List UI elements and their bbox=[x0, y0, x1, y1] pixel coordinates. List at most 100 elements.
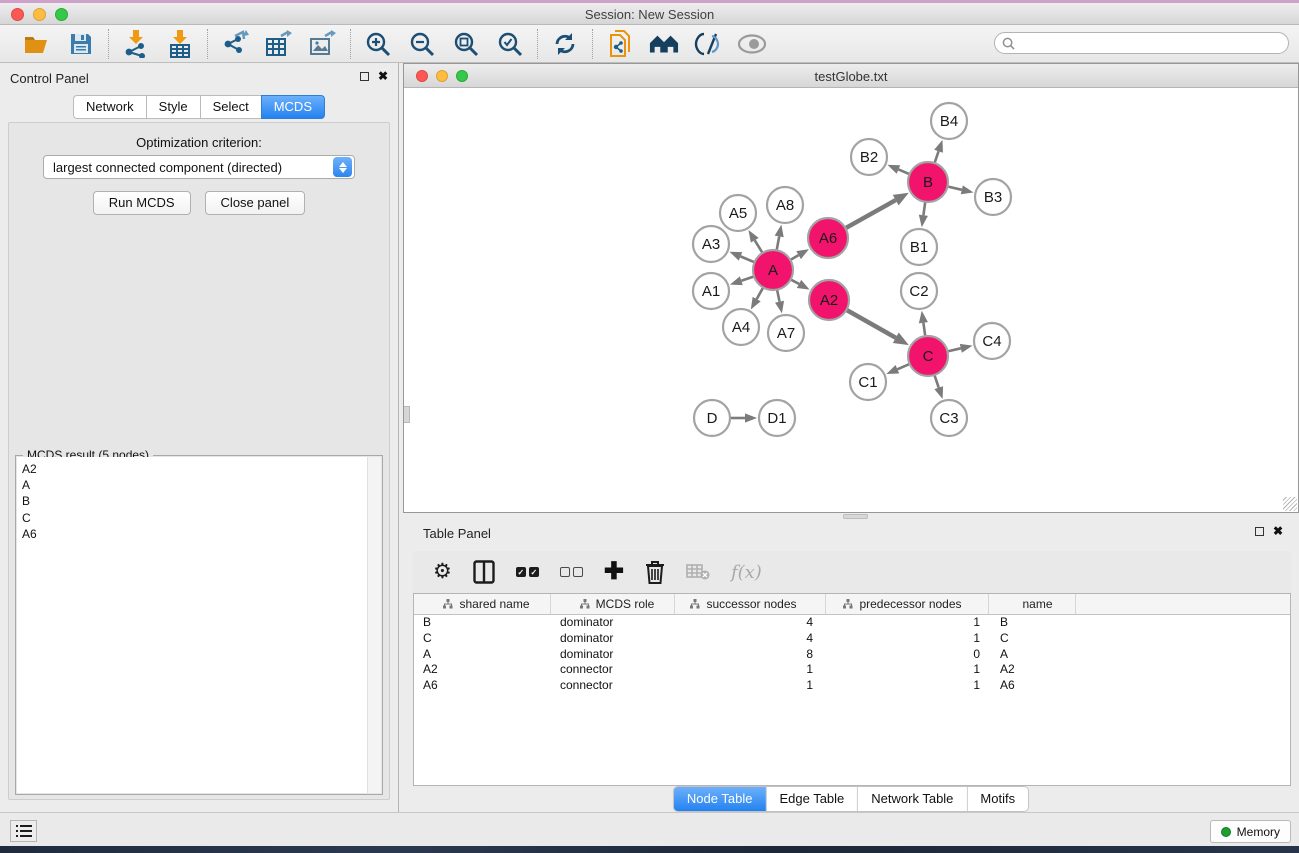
graph-edge-C-C2[interactable] bbox=[923, 323, 925, 337]
table-row[interactable]: A2connector11A2 bbox=[414, 662, 1290, 678]
graph-node-label: C1 bbox=[858, 374, 877, 391]
eye-icon[interactable] bbox=[737, 29, 767, 59]
graph-node-label: B3 bbox=[984, 189, 1002, 206]
graph-edge-C-C1[interactable] bbox=[897, 364, 910, 370]
table-row[interactable]: A6connector11A6 bbox=[414, 678, 1290, 694]
float-table-panel-icon[interactable] bbox=[1255, 527, 1264, 536]
graph-node-label: A4 bbox=[732, 319, 750, 336]
list-item[interactable]: C bbox=[17, 510, 381, 526]
import-network-icon[interactable] bbox=[121, 29, 151, 59]
open-session-icon[interactable] bbox=[22, 29, 52, 59]
memory-button[interactable]: Memory bbox=[1210, 820, 1291, 843]
tab-network-table[interactable]: Network Table bbox=[858, 787, 967, 811]
delete-row-icon[interactable] bbox=[645, 559, 665, 585]
table-row[interactable]: Adominator80A bbox=[414, 647, 1290, 663]
graph-edge-A-A8[interactable] bbox=[776, 236, 779, 251]
clone-network-icon[interactable] bbox=[605, 29, 635, 59]
optimization-criterion-select[interactable]: largest connected component (directed) bbox=[43, 155, 355, 179]
graph-node-label: C4 bbox=[982, 333, 1001, 350]
float-panel-icon[interactable] bbox=[360, 72, 369, 81]
column-header-shared-name[interactable]: shared name bbox=[414, 594, 551, 614]
window-title: Session: New Session bbox=[0, 7, 1299, 22]
export-image-icon[interactable] bbox=[308, 29, 338, 59]
table-type-tabs: Node Table Edge Table Network Table Moti… bbox=[673, 786, 1029, 812]
mcds-result-list[interactable]: A2 A B C A6 bbox=[17, 457, 381, 793]
list-icon bbox=[16, 825, 32, 838]
tab-style[interactable]: Style bbox=[146, 95, 200, 119]
scrollbar-track[interactable] bbox=[367, 457, 381, 793]
zoom-out-icon[interactable] bbox=[407, 29, 437, 59]
home-icon[interactable] bbox=[649, 29, 679, 59]
delete-column-icon[interactable] bbox=[686, 559, 710, 585]
table-row[interactable]: Bdominator41B bbox=[414, 615, 1290, 631]
tab-node-table[interactable]: Node Table bbox=[674, 787, 767, 811]
graph-edge-A-A3[interactable] bbox=[741, 256, 756, 262]
select-stepper-icon bbox=[333, 157, 352, 177]
graph-edge-arrowhead bbox=[934, 386, 943, 399]
graph-edge-arrowhead bbox=[775, 301, 784, 314]
zoom-in-icon[interactable] bbox=[363, 29, 393, 59]
column-header-mcds-role[interactable]: MCDS role bbox=[551, 594, 675, 614]
graph-edge-arrowhead bbox=[796, 249, 809, 259]
table-settings-icon[interactable]: ⚙ bbox=[433, 559, 452, 585]
zoom-fit-icon[interactable] bbox=[451, 29, 481, 59]
hide-graphics-details-icon[interactable] bbox=[693, 29, 723, 59]
graph-edge-arrowhead bbox=[961, 185, 974, 194]
graph-edge-arrowhead bbox=[960, 344, 973, 353]
search-field[interactable] bbox=[994, 32, 1289, 54]
list-item[interactable]: A bbox=[17, 477, 381, 493]
select-all-icon[interactable]: ✓✓ bbox=[516, 559, 539, 585]
show-columns-icon[interactable] bbox=[473, 559, 495, 585]
graph-edge-C-C3[interactable] bbox=[934, 374, 939, 388]
run-mcds-button[interactable]: Run MCDS bbox=[93, 191, 191, 215]
search-input[interactable] bbox=[1020, 36, 1288, 50]
graph-edge-B-B3[interactable] bbox=[947, 186, 962, 190]
tab-edge-table[interactable]: Edge Table bbox=[766, 787, 858, 811]
close-panel-icon[interactable]: ✖ bbox=[378, 71, 388, 81]
close-table-panel-icon[interactable]: ✖ bbox=[1273, 526, 1283, 536]
search-icon bbox=[1002, 37, 1015, 50]
export-table-icon[interactable] bbox=[264, 29, 294, 59]
tab-motifs[interactable]: Motifs bbox=[967, 787, 1028, 811]
graph-node-label: A bbox=[768, 262, 778, 279]
add-column-icon[interactable]: ✚ bbox=[604, 559, 624, 585]
graph-node-label: A3 bbox=[702, 236, 720, 253]
memory-label: Memory bbox=[1237, 825, 1280, 839]
graph-edge-A-A1[interactable] bbox=[741, 276, 755, 281]
tab-mcds[interactable]: MCDS bbox=[261, 95, 325, 119]
export-network-icon[interactable] bbox=[220, 29, 250, 59]
close-panel-button[interactable]: Close panel bbox=[205, 191, 306, 215]
function-builder-icon[interactable]: f(x) bbox=[731, 559, 762, 585]
table-row[interactable]: Cdominator41C bbox=[414, 631, 1290, 647]
network-canvas[interactable]: AA6A2BCA5A8A3A1A4A7B2B4B3B1C2C4C1C3DD1 bbox=[404, 88, 1298, 512]
graph-edge-A6-B[interactable] bbox=[845, 200, 896, 229]
column-header-name[interactable]: name bbox=[989, 594, 1076, 614]
graph-node-label: D1 bbox=[767, 410, 786, 427]
tab-network[interactable]: Network bbox=[73, 95, 146, 119]
task-history-button[interactable] bbox=[10, 820, 37, 842]
import-table-icon[interactable] bbox=[165, 29, 195, 59]
column-header-predecessor-nodes[interactable]: predecessor nodes bbox=[826, 594, 989, 614]
table-panel: Table Panel ✖ ⚙ ✓✓ ✚ f(x) bbox=[403, 519, 1299, 812]
list-item[interactable]: A2 bbox=[17, 461, 381, 477]
graph-node-label: B bbox=[923, 174, 933, 191]
save-session-icon[interactable] bbox=[66, 29, 96, 59]
deselect-all-icon[interactable] bbox=[560, 559, 583, 585]
graph-node-label: C bbox=[923, 348, 934, 365]
graph-edge-B-B1[interactable] bbox=[923, 201, 925, 215]
network-window-titlebar: testGlobe.txt bbox=[404, 64, 1298, 88]
list-item[interactable]: B bbox=[17, 493, 381, 509]
refresh-icon[interactable] bbox=[550, 29, 580, 59]
graph-edge-A-A5[interactable] bbox=[755, 240, 763, 254]
list-item[interactable]: A6 bbox=[17, 526, 381, 542]
graph-edge-A2-C[interactable] bbox=[846, 309, 896, 337]
column-header-successor-nodes[interactable]: successor nodes bbox=[675, 594, 826, 614]
graph-node-label: A7 bbox=[777, 325, 795, 342]
window-resize-grip[interactable] bbox=[1283, 497, 1297, 511]
network-graph: AA6A2BCA5A8A3A1A4A7B2B4B3B1C2C4C1C3DD1 bbox=[404, 88, 1298, 512]
graph-edge-A-A4[interactable] bbox=[757, 287, 764, 300]
zoom-selected-icon[interactable] bbox=[495, 29, 525, 59]
tab-select[interactable]: Select bbox=[200, 95, 261, 119]
tool-palette-grip[interactable] bbox=[404, 406, 410, 423]
graph-edge-C-C4[interactable] bbox=[946, 348, 960, 351]
